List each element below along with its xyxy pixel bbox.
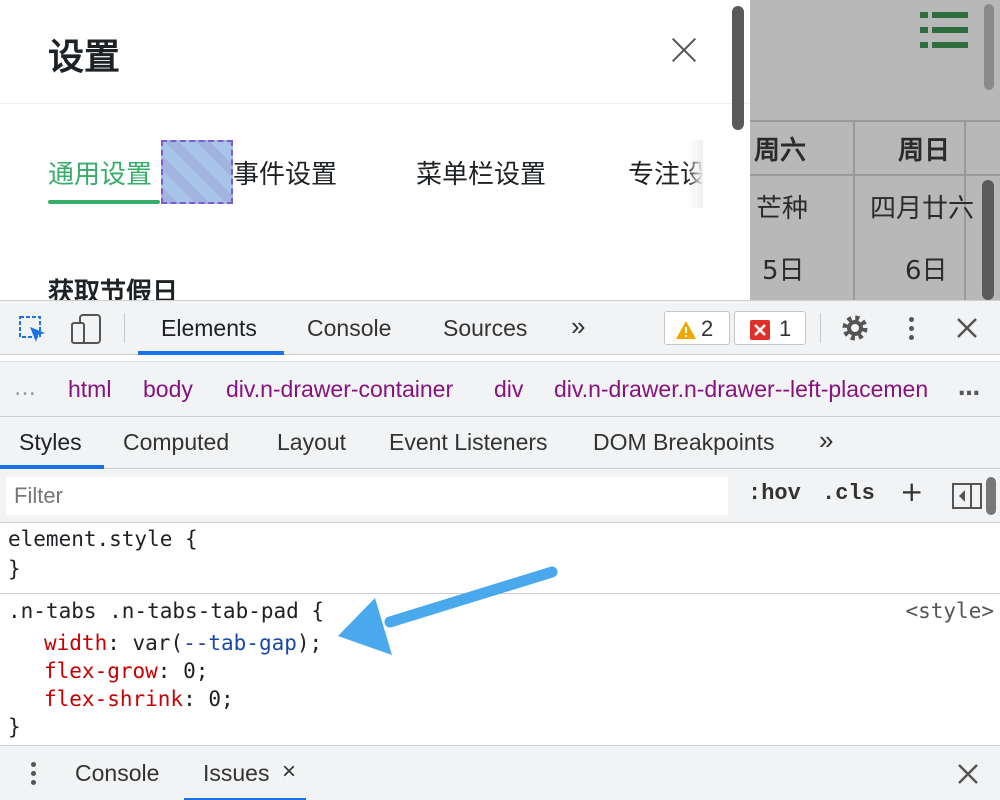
styles-filter-bar: :hov .cls + xyxy=(0,469,1000,523)
subtab-computed[interactable]: Computed xyxy=(123,429,229,456)
drawer-menu-icon[interactable] xyxy=(30,760,38,788)
close-issues-tab-icon[interactable]: × xyxy=(282,758,296,786)
tab-sources[interactable]: Sources xyxy=(443,315,527,342)
device-toolbar-icon[interactable] xyxy=(70,313,104,345)
element-style-selector[interactable]: element.style { xyxy=(8,527,198,551)
styles-pane: element.style { } .n-tabs .n-tabs-tab-pa… xyxy=(0,523,1000,745)
more-options-icon[interactable] xyxy=(908,315,916,343)
settings-drawer: 设置 通用设置 事件设置 菜单栏设置 专注设 获取节假日 xyxy=(0,0,750,300)
more-tabs-chevron-icon[interactable]: » xyxy=(571,311,585,342)
warnings-badge[interactable]: 2 xyxy=(664,311,730,345)
toolbar-separator xyxy=(820,313,821,343)
tab-menubar[interactable]: 菜单栏设置 xyxy=(416,154,546,191)
devtools-toolbar: Elements Console Sources » 2 1 xyxy=(0,301,1000,355)
tab-general[interactable]: 通用设置 xyxy=(48,154,152,191)
calendar-grid-line xyxy=(853,120,855,300)
inspect-element-icon[interactable] xyxy=(18,315,48,345)
error-count: 1 xyxy=(779,316,792,341)
devtools-drawer-bar: Console Issues × xyxy=(0,745,1000,800)
close-devtools-icon[interactable] xyxy=(956,317,978,339)
rule-separator xyxy=(0,593,1000,594)
width-declaration[interactable]: width: var(--tab-gap); xyxy=(44,631,322,655)
tab-pad-selector[interactable]: .n-tabs .n-tabs-tab-pad { xyxy=(8,599,324,623)
styles-scrollbar[interactable] xyxy=(986,477,996,515)
toggle-sidebar-icon[interactable] xyxy=(952,483,982,509)
tab-pad-close: } xyxy=(8,715,21,739)
dom-breadcrumb: … html body div.n-drawer-container div d… xyxy=(0,361,1000,417)
tab-console[interactable]: Console xyxy=(307,315,391,342)
element-style-close: } xyxy=(8,557,21,581)
calendar-cell-day5[interactable]: 5日 xyxy=(762,250,805,287)
breadcrumb-overflow-right[interactable]: … xyxy=(958,376,982,401)
section-title: 获取节假日 xyxy=(48,278,179,300)
drawer-tab-issues[interactable]: Issues xyxy=(203,760,269,787)
breadcrumb-html[interactable]: html xyxy=(68,376,111,403)
error-icon xyxy=(750,320,770,340)
subtab-styles[interactable]: Styles xyxy=(19,429,82,456)
devtools-panel: Elements Console Sources » 2 1 … html bo… xyxy=(0,300,1000,800)
calendar-header-sun: 周日 xyxy=(898,136,951,166)
tab-elements[interactable]: Elements xyxy=(161,315,257,342)
styles-filter-input[interactable] xyxy=(6,477,728,515)
drawer-divider xyxy=(0,103,750,104)
warning-icon xyxy=(676,321,696,339)
rule-source-link[interactable]: <style> xyxy=(905,599,994,623)
new-style-rule-button[interactable]: + xyxy=(900,475,923,508)
calendar-cell-term[interactable]: 芒种 xyxy=(756,188,808,225)
tab-pad-highlight xyxy=(161,140,233,204)
toolbar-separator xyxy=(124,313,125,343)
breadcrumb-div[interactable]: div xyxy=(494,376,523,403)
hover-state-toggle[interactable]: :hov xyxy=(748,481,801,506)
warning-count: 2 xyxy=(701,316,714,341)
flex-grow-declaration[interactable]: flex-grow: 0; xyxy=(44,659,208,683)
list-menu-icon[interactable] xyxy=(920,10,970,50)
active-tab-indicator xyxy=(48,200,160,204)
errors-badge[interactable]: 1 xyxy=(734,311,806,345)
close-icon[interactable] xyxy=(668,34,700,66)
calendar-cell-day6[interactable]: 6日 xyxy=(905,250,948,287)
tabs-scroll-fade xyxy=(687,140,703,208)
calendar-grid-line xyxy=(750,174,1000,176)
flex-shrink-declaration[interactable]: flex-shrink: 0; xyxy=(44,687,234,711)
settings-tabs: 通用设置 事件设置 菜单栏设置 专注设 xyxy=(48,140,703,208)
tab-events[interactable]: 事件设置 xyxy=(233,154,337,191)
calendar-background: 周六 周日 芒种 四月廿六 5日 6日 xyxy=(750,0,1000,300)
calendar-header-sat: 周六 xyxy=(754,136,807,166)
subtab-event-listeners[interactable]: Event Listeners xyxy=(389,429,548,456)
more-subtabs-chevron-icon[interactable]: » xyxy=(819,425,833,456)
drawer-title: 设置 xyxy=(48,37,121,78)
calendar-cell-lunar[interactable]: 四月廿六 xyxy=(870,188,974,225)
calendar-scrollbar[interactable] xyxy=(982,180,994,300)
drawer-tab-console[interactable]: Console xyxy=(75,760,159,787)
breadcrumb-overflow-left[interactable]: … xyxy=(14,376,38,401)
app-viewport: 设置 通用设置 事件设置 菜单栏设置 专注设 获取节假日 周六 周日 芒种 四月… xyxy=(0,0,1000,300)
calendar-grid-line xyxy=(750,120,1000,122)
breadcrumb-body[interactable]: body xyxy=(143,376,193,403)
subtab-dom-breakpoints[interactable]: DOM Breakpoints xyxy=(593,429,775,456)
page-scrollbar[interactable] xyxy=(984,4,994,90)
settings-gear-icon[interactable] xyxy=(840,313,870,343)
drawer-scrollbar[interactable] xyxy=(732,6,744,130)
elements-subtabs: Styles Computed Layout Event Listeners D… xyxy=(0,417,1000,469)
subtab-layout[interactable]: Layout xyxy=(277,429,346,456)
breadcrumb-drawer-container[interactable]: div.n-drawer-container xyxy=(226,376,453,403)
class-toggle[interactable]: .cls xyxy=(822,481,875,506)
breadcrumb-drawer[interactable]: div.n-drawer.n-drawer--left-placemen xyxy=(554,376,946,403)
close-drawer-icon[interactable] xyxy=(957,763,979,785)
